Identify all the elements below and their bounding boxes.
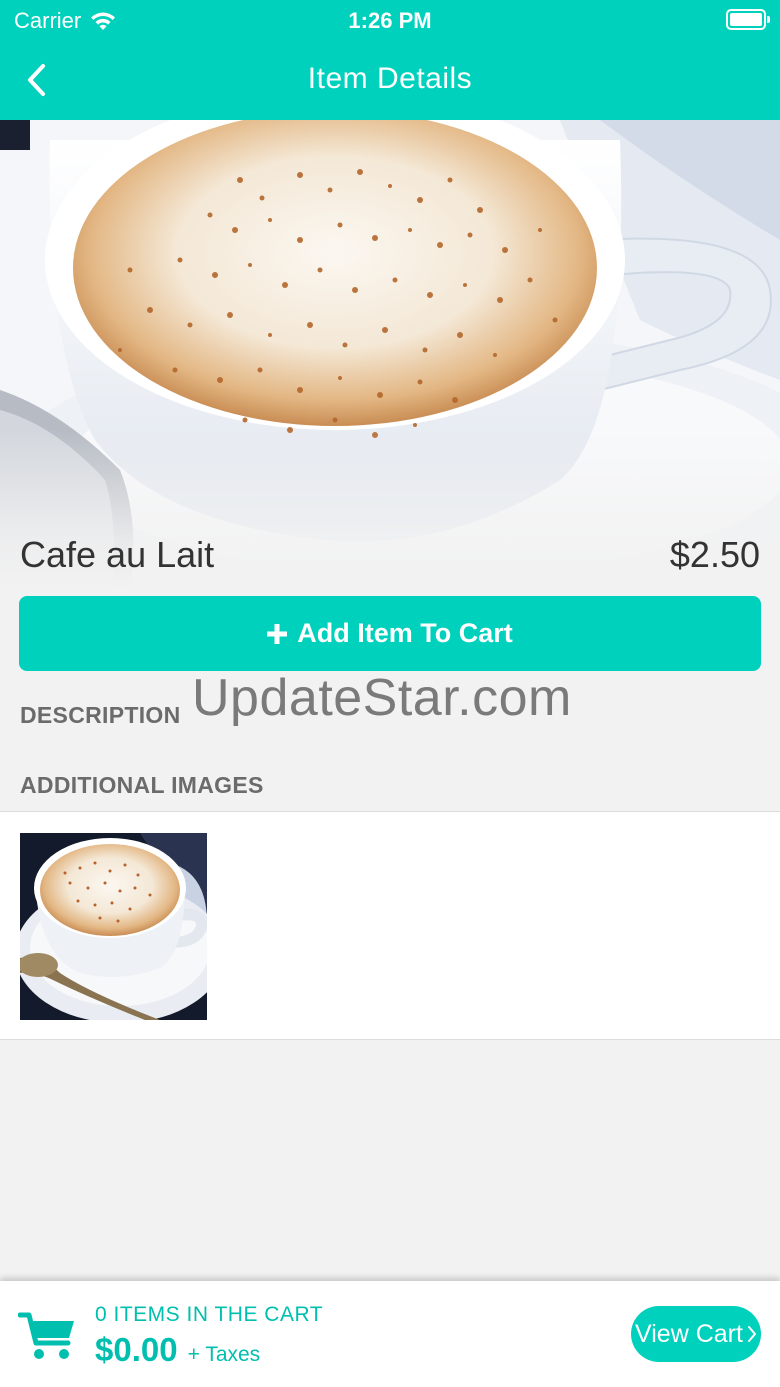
cart-total-amount: $0.00 <box>95 1331 178 1368</box>
cart-total: $0.00 + Taxes <box>95 1331 260 1369</box>
additional-images-panel <box>0 811 780 1040</box>
additional-image-thumbnail[interactable] <box>20 833 207 1020</box>
cart-summary-bar: 0 ITEMS IN THE CART $0.00 + Taxes View C… <box>0 1281 780 1387</box>
battery-icon <box>726 9 770 30</box>
status-bar: Carrier 1:26 PM <box>0 0 780 40</box>
description-heading: DESCRIPTION <box>20 702 181 728</box>
additional-images-heading: ADDITIONAL IMAGES <box>20 772 264 798</box>
view-cart-button[interactable]: View Cart <box>631 1306 761 1362</box>
plus-icon <box>267 623 288 644</box>
cart-taxes-note: + Taxes <box>187 1343 261 1366</box>
coffee-cup-thumbnail-photo <box>20 833 207 1020</box>
cart-item-count: 0 ITEMS IN THE CART <box>95 1303 324 1326</box>
chevron-right-icon <box>747 1326 756 1342</box>
add-to-cart-label: Add Item To Cart <box>297 618 513 648</box>
status-time: 1:26 PM <box>348 8 432 33</box>
watermark: UpdateStar.com <box>192 669 572 727</box>
item-price: $2.50 <box>669 534 760 575</box>
item-name: Cafe au Lait <box>20 534 215 575</box>
page-title: Item Details <box>307 62 473 95</box>
view-cart-label: View Cart <box>635 1319 743 1348</box>
navigation-bar: Item Details <box>0 40 780 120</box>
add-to-cart-button[interactable]: Add Item To Cart <box>19 596 761 671</box>
item-hero-image <box>0 120 780 590</box>
shopping-cart-icon <box>18 1312 74 1359</box>
